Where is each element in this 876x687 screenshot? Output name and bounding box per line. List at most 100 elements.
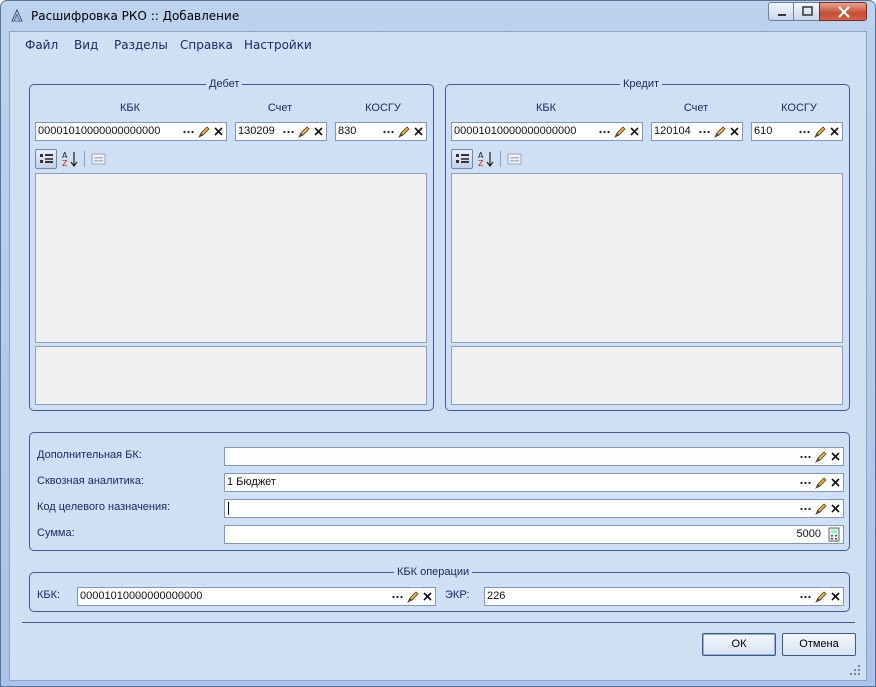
ellipsis-icon[interactable] bbox=[181, 123, 196, 140]
sort-az-button[interactable]: AZ bbox=[475, 149, 497, 169]
ellipsis-icon[interactable] bbox=[381, 123, 396, 140]
pencil-icon[interactable] bbox=[813, 448, 828, 465]
property-pages-button[interactable] bbox=[88, 149, 110, 169]
close-button[interactable] bbox=[819, 2, 867, 21]
close-x-icon[interactable] bbox=[420, 588, 435, 605]
dop-bk-field[interactable] bbox=[224, 447, 844, 466]
close-x-icon[interactable] bbox=[827, 123, 842, 140]
kbk-operation-title: КБК операции bbox=[394, 566, 473, 578]
cancel-button[interactable]: Отмена bbox=[782, 633, 856, 656]
menu-sections[interactable]: Разделы bbox=[114, 38, 168, 52]
categorized-icon bbox=[40, 154, 53, 163]
categorized-icon bbox=[456, 154, 469, 163]
calculator-icon[interactable] bbox=[825, 526, 843, 543]
kbk-op-label: КБК: bbox=[37, 589, 61, 601]
kod-field[interactable] bbox=[224, 499, 844, 518]
property-pages-button[interactable] bbox=[504, 149, 526, 169]
svg-text:Z: Z bbox=[62, 159, 68, 168]
ellipsis-icon[interactable] bbox=[798, 500, 813, 517]
close-x-icon[interactable] bbox=[411, 123, 426, 140]
close-x-icon[interactable] bbox=[727, 123, 742, 140]
menu-file[interactable]: Файл bbox=[25, 38, 58, 52]
pencil-icon[interactable] bbox=[296, 123, 311, 140]
credit-schet-field[interactable]: 120104 bbox=[651, 122, 743, 141]
debit-property-grid[interactable] bbox=[35, 173, 427, 343]
ellipsis-icon[interactable] bbox=[597, 123, 612, 140]
pencil-icon[interactable] bbox=[813, 474, 828, 491]
dop-bk-label: Дополнительная БК: bbox=[37, 449, 142, 461]
ellipsis-icon[interactable] bbox=[697, 123, 712, 140]
text-cursor bbox=[228, 502, 229, 515]
close-x-icon[interactable] bbox=[828, 448, 843, 465]
summa-field[interactable]: 5000 bbox=[224, 525, 844, 544]
ellipsis-icon[interactable] bbox=[390, 588, 405, 605]
menu-bar: Файл Вид Разделы Справка Настройки bbox=[10, 32, 866, 56]
property-pages-icon bbox=[507, 153, 522, 165]
ekr-field[interactable]: 226 bbox=[484, 587, 844, 606]
pencil-icon[interactable] bbox=[812, 123, 827, 140]
categorized-view-button[interactable] bbox=[35, 149, 57, 169]
window-title: Расшифровка РКО :: Добавление bbox=[31, 9, 240, 23]
kod-label: Код целевого назначения: bbox=[37, 501, 171, 513]
maximize-button[interactable] bbox=[793, 2, 820, 21]
kbk-op-field[interactable]: 00001010000000000000 bbox=[77, 587, 436, 606]
credit-property-grid[interactable] bbox=[451, 173, 843, 343]
toolbar-separator bbox=[500, 151, 501, 167]
debit-kbk-field[interactable]: 00001010000000000000 bbox=[35, 122, 227, 141]
ellipsis-icon[interactable] bbox=[281, 123, 296, 140]
pencil-icon[interactable] bbox=[813, 588, 828, 605]
title-bar[interactable]: Расшифровка РКО :: Добавление bbox=[1, 1, 875, 31]
bottom-separator bbox=[22, 622, 855, 623]
debit-schet-field[interactable]: 130209 bbox=[235, 122, 327, 141]
credit-title: Кредит bbox=[620, 78, 663, 90]
menu-help[interactable]: Справка bbox=[180, 38, 233, 52]
dialog-window: Расшифровка РКО :: Добавление Файл Вид Р… bbox=[0, 0, 876, 687]
sort-az-icon: AZ bbox=[478, 151, 494, 168]
pencil-icon[interactable] bbox=[813, 500, 828, 517]
ellipsis-icon[interactable] bbox=[797, 123, 812, 140]
client-area: Файл Вид Разделы Справка Настройки Дебет… bbox=[9, 31, 867, 681]
debit-title: Дебет bbox=[206, 78, 243, 90]
credit-description-pane bbox=[451, 346, 843, 405]
close-x-icon[interactable] bbox=[828, 474, 843, 491]
ellipsis-icon[interactable] bbox=[798, 448, 813, 465]
pencil-icon[interactable] bbox=[612, 123, 627, 140]
resize-grip-icon[interactable] bbox=[850, 665, 860, 675]
ellipsis-icon[interactable] bbox=[798, 474, 813, 491]
categorized-view-button[interactable] bbox=[451, 149, 473, 169]
debit-kbk-label: КБК bbox=[119, 102, 141, 114]
credit-kosgu-field[interactable]: 610 bbox=[751, 122, 843, 141]
sort-az-button[interactable]: AZ bbox=[59, 149, 81, 169]
menu-settings[interactable]: Настройки bbox=[244, 38, 312, 52]
debit-description-pane bbox=[35, 346, 427, 405]
pencil-icon[interactable] bbox=[405, 588, 420, 605]
credit-group: Кредит КБК Счет КОСГУ 000010100000000000… bbox=[445, 78, 850, 411]
close-x-icon[interactable] bbox=[627, 123, 642, 140]
sort-az-icon: AZ bbox=[62, 151, 78, 168]
pencil-icon[interactable] bbox=[396, 123, 411, 140]
debit-kosgu-label: КОСГУ bbox=[365, 102, 401, 114]
minimize-icon bbox=[778, 14, 786, 16]
credit-kbk-field[interactable]: 00001010000000000000 bbox=[451, 122, 643, 141]
property-pages-icon bbox=[91, 153, 106, 165]
debit-kosgu-field[interactable]: 830 bbox=[335, 122, 427, 141]
toolbar-separator bbox=[84, 151, 85, 167]
ellipsis-icon[interactable] bbox=[798, 588, 813, 605]
ok-button[interactable]: ОК bbox=[702, 633, 776, 656]
close-x-icon[interactable] bbox=[311, 123, 326, 140]
credit-schet-label: Счет bbox=[683, 102, 709, 114]
credit-kbk-label: КБК bbox=[535, 102, 557, 114]
kbk-operation-group: КБК операции КБК: 00001010000000000000 Э… bbox=[29, 566, 850, 612]
close-x-icon[interactable] bbox=[211, 123, 226, 140]
close-x-icon[interactable] bbox=[828, 588, 843, 605]
skvoz-field[interactable]: 1 Бюджет bbox=[224, 473, 844, 492]
ekr-label: ЭКР: bbox=[445, 589, 470, 601]
summa-label: Сумма: bbox=[37, 527, 75, 539]
debit-schet-label: Счет bbox=[267, 102, 293, 114]
menu-view[interactable]: Вид bbox=[74, 38, 98, 52]
svg-text:Z: Z bbox=[478, 159, 484, 168]
pencil-icon[interactable] bbox=[712, 123, 727, 140]
pencil-icon[interactable] bbox=[196, 123, 211, 140]
close-x-icon[interactable] bbox=[828, 500, 843, 517]
minimize-button[interactable] bbox=[768, 2, 794, 21]
